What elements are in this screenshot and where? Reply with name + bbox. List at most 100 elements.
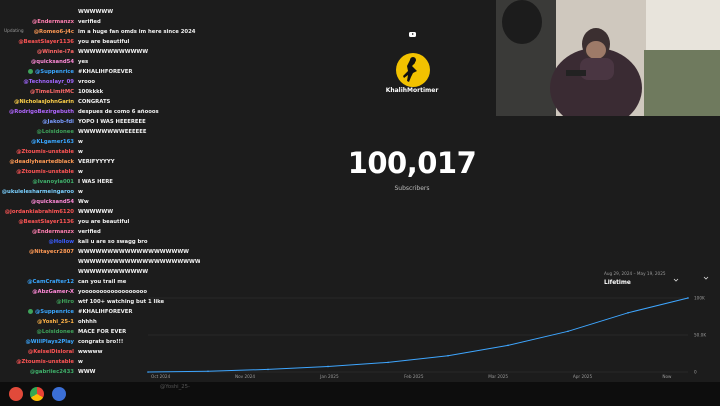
- chevron-down-icon[interactable]: [673, 278, 679, 282]
- subscriber-chart: Aug 29, 2024 – May 19, 2025 Lifetime 100…: [118, 268, 720, 382]
- member-badge-icon: [28, 69, 33, 74]
- chat-message: @Hollow kali u are so swagg bro: [0, 237, 200, 247]
- chat-message: @BeastSlayer1136 you are beautiful: [0, 217, 200, 227]
- data-point: [207, 370, 209, 373]
- chat-text: w: [78, 189, 83, 195]
- chat-message: @BeastSlayer1136 you are beautiful: [0, 37, 200, 47]
- channel-avatar: [396, 53, 430, 87]
- chat-text: #KHALIHFOREVER: [78, 69, 133, 75]
- chat-message: @Winnie-i7a WWWWWWWWWWWW: [0, 47, 200, 57]
- subscribers-label: Subscribers: [394, 185, 430, 192]
- chat-message: @Ivanoyla001 I WAS HERE: [0, 177, 200, 187]
- data-point: [267, 368, 269, 371]
- x-tick-label: Mar 2025: [488, 374, 508, 379]
- chat-username[interactable]: @KLgamer163: [31, 137, 74, 147]
- chat-message: @RodrigoBezirgebuth despues de como 6 año…: [0, 107, 200, 117]
- discord-icon[interactable]: [52, 387, 66, 401]
- chat-text: despues de como 6 añooos: [78, 109, 159, 115]
- chevron-down-icon[interactable]: [703, 276, 709, 280]
- chat-username[interactable]: @Ztoumis-unstable: [16, 147, 74, 157]
- chat-message: @Endermanzx verified: [0, 17, 200, 27]
- chat-username[interactable]: @gabriiec2433: [30, 367, 74, 377]
- chat-message: @Suppenrice #KHALIHFOREVER: [0, 67, 200, 77]
- chat-text: WWWWWWWWWWWWWWWWWWWWW: [78, 259, 200, 265]
- chat-username[interactable]: @Technoslayr_09: [23, 77, 74, 87]
- chat-username[interactable]: @RodrigoBezirgebuth: [9, 107, 74, 117]
- chat-username[interactable]: @Yoshi_25-1: [37, 317, 74, 327]
- data-point: [387, 361, 389, 364]
- chat-message: @Jakob-fdi YOPO I WAS HEEEREEE: [0, 117, 200, 127]
- x-tick-label: Nov 2024: [235, 374, 255, 379]
- chat-username[interactable]: @ukulelesharmeingaroo: [2, 187, 74, 197]
- chat-username[interactable]: @Hiro: [56, 297, 74, 307]
- data-point: [687, 297, 689, 299]
- chat-text: I WAS HERE: [78, 179, 113, 185]
- chat-username[interactable]: @Endermanzx: [32, 227, 74, 237]
- x-tick-label: Jan 2025: [319, 374, 339, 379]
- x-tick-label: Now: [662, 374, 672, 379]
- chat-text: CONGRATS: [78, 99, 111, 105]
- chat-username[interactable]: @AbzGamer-X: [32, 287, 74, 297]
- chat-username[interactable]: @Ztoumis-unstable: [16, 167, 74, 177]
- chat-message: @TimeLimitMC 100kkkk: [0, 87, 200, 97]
- chat-username[interactable]: @quicksand54: [31, 197, 74, 207]
- chat-message: @quicksand54 yes: [0, 57, 200, 67]
- updating-badge: Updating: [4, 29, 24, 34]
- chat-text: WWWWWWWWWWWWWWWWWWW: [78, 249, 190, 255]
- data-point: [147, 371, 149, 373]
- chat-username[interactable]: @NicholasJohnGarin: [14, 97, 74, 107]
- chat-message: WWWWWWWWWWWWWWWWWWWWW: [0, 257, 200, 267]
- chat-message: @Loisidonee WWWWWWWWEEEEEE: [0, 127, 200, 137]
- chat-username[interactable]: @CamCrafter12: [27, 277, 74, 287]
- chat-username[interactable]: @Suppenrice: [35, 67, 74, 77]
- chat-username[interactable]: @deadlyheartedblack: [9, 157, 74, 167]
- chat-username[interactable]: @BeastSlayer1136: [18, 37, 74, 47]
- chat-text: im a huge fan omds im here since 2024: [78, 29, 196, 35]
- chat-username[interactable]: @WillPlays2Play: [25, 337, 74, 347]
- chat-message: @quicksand54 Ww: [0, 197, 200, 207]
- chat-username[interactable]: @Hollow: [48, 237, 74, 247]
- chat-message: @KLgamer163 w: [0, 137, 200, 147]
- youtube-play-icon: [409, 32, 416, 37]
- y-tick-label: 100K: [694, 296, 705, 301]
- chat-message: @NicholasJohnGarin CONGRATS: [0, 97, 200, 107]
- chat-username[interactable]: @Jakob-fdi: [42, 117, 74, 127]
- chat-username[interactable]: @TimeLimitMC: [30, 87, 74, 97]
- chat-username[interactable]: @Nitayecr2807: [29, 247, 74, 257]
- chat-text: congrats bro!!!: [78, 339, 124, 345]
- chat-text: w: [78, 359, 83, 365]
- y-tick-label: 0: [694, 370, 697, 375]
- chat-username[interactable]: @Suppenrice: [35, 307, 74, 317]
- chat-text: kali u are so swagg bro: [78, 239, 148, 245]
- chat-username[interactable]: @jordankiabrahim6120: [5, 207, 74, 217]
- data-point: [327, 365, 329, 368]
- chat-username[interactable]: @quicksand54: [31, 57, 74, 67]
- chat-text: w: [78, 139, 83, 145]
- chrome-icon[interactable]: [30, 387, 44, 401]
- chat-username[interactable]: @Ivanoyla001: [32, 177, 74, 187]
- taskbar: @Yoshi_25-: [0, 382, 720, 406]
- chat-text: WWWWWW: [78, 209, 114, 215]
- y-tick-label: 50.0K: [694, 333, 706, 338]
- x-tick-label: Apr 2025: [573, 374, 593, 379]
- webcam-feed: [496, 0, 720, 116]
- chat-username[interactable]: @Winnie-i7a: [37, 47, 74, 57]
- data-point: [627, 312, 629, 314]
- chat-username[interactable]: @BeastSlayer1136: [18, 217, 74, 227]
- opera-icon[interactable]: [9, 387, 23, 401]
- chat-text: YOPO I WAS HEEEREEE: [78, 119, 146, 125]
- chat-username[interactable]: @KelseiDisloral: [28, 347, 74, 357]
- chat-message: @ukulelesharmeingaroo w: [0, 187, 200, 197]
- data-point: [507, 344, 509, 347]
- chat-message: [0, 0, 200, 7]
- chat-username[interactable]: @Ztoumis-unstable: [16, 357, 74, 367]
- chat-text: verified: [78, 229, 101, 235]
- chat-text: verified: [78, 19, 101, 25]
- chat-text: VERIFYYYYY: [78, 159, 115, 165]
- chat-text: vrooo: [78, 79, 95, 85]
- chat-username[interactable]: @Loisidonee: [37, 327, 74, 337]
- chat-username[interactable]: @Loisidonee: [37, 127, 74, 137]
- chat-username[interactable]: @Endermanzx: [32, 17, 74, 27]
- chat-username[interactable]: @Romeo6-j4c: [34, 27, 74, 37]
- chat-text: WWW: [78, 369, 96, 375]
